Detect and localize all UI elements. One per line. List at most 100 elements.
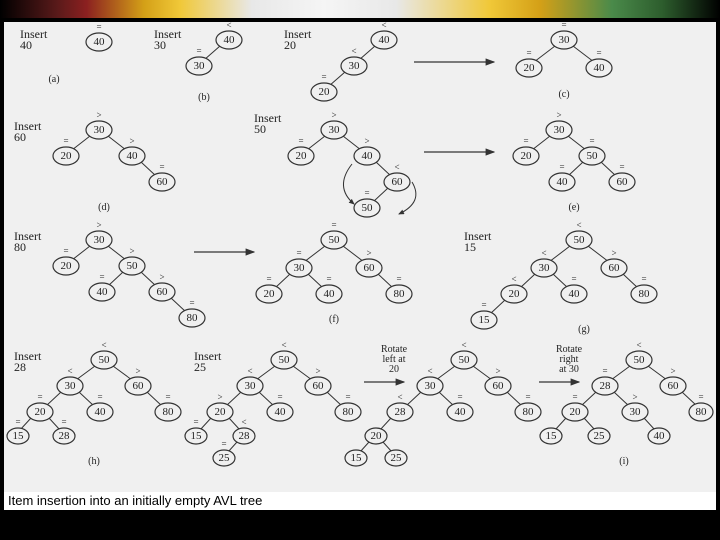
svg-text:15: 15 <box>351 452 363 464</box>
svg-text:30: 30 <box>349 60 361 72</box>
svg-text:40: 40 <box>569 288 581 300</box>
svg-text:=: = <box>97 392 102 402</box>
svg-text:40: 40 <box>94 36 106 48</box>
svg-text:<: < <box>351 46 356 56</box>
tree-e-before: 30> 20= 40> 60< 50= <box>288 110 416 217</box>
svg-text:30: 30 <box>539 262 551 274</box>
svg-text:20: 20 <box>319 86 331 98</box>
svg-text:30: 30 <box>194 60 206 72</box>
svg-text:=: = <box>364 188 369 198</box>
svg-text:<: < <box>427 366 432 376</box>
svg-text:=: = <box>619 162 624 172</box>
svg-text:<: < <box>636 340 641 350</box>
label-d: (d) <box>98 202 110 213</box>
svg-text:30: 30 <box>94 234 106 246</box>
svg-text:28: 28 <box>59 430 71 442</box>
svg-text:=: = <box>196 46 201 56</box>
svg-text:<: < <box>461 340 466 350</box>
svg-text:=: = <box>572 392 577 402</box>
svg-text:30: 30 <box>294 262 306 274</box>
svg-text:30: 30 <box>425 380 437 392</box>
svg-text:>: > <box>96 110 101 120</box>
svg-text:=: = <box>159 162 164 172</box>
svg-text:30: 30 <box>329 124 341 136</box>
svg-text:60: 60 <box>617 176 629 188</box>
svg-text:40: 40 <box>224 34 236 46</box>
svg-text:>: > <box>129 246 134 256</box>
svg-text:50: 50 <box>634 354 646 366</box>
svg-text:60: 60 <box>133 380 145 392</box>
svg-text:20: 20 <box>570 406 582 418</box>
svg-text:=: = <box>63 136 68 146</box>
svg-text:>: > <box>670 366 675 376</box>
svg-text:50: 50 <box>127 260 139 272</box>
avl-diagram: Insert40 40= (a) Insert30 40< 30= (b) In… <box>4 22 716 494</box>
svg-text:>: > <box>135 366 140 376</box>
svg-text:80: 80 <box>343 406 355 418</box>
svg-text:<: < <box>511 274 516 284</box>
svg-text:20: 20 <box>521 150 533 162</box>
svg-text:20: 20 <box>35 406 47 418</box>
svg-text:80: 80 <box>696 406 708 418</box>
svg-text:=: = <box>296 248 301 258</box>
label-c: (c) <box>558 89 569 100</box>
svg-text:40: 40 <box>95 406 107 418</box>
tree-f-before: 30> 20= 50> 40= 60> 80= <box>53 220 205 327</box>
label-e: (e) <box>568 202 579 213</box>
svg-text:>: > <box>331 110 336 120</box>
label-i: (i) <box>619 456 628 467</box>
svg-text:<: < <box>541 248 546 258</box>
svg-text:<: < <box>576 220 581 230</box>
svg-text:60: 60 <box>668 380 680 392</box>
svg-text:<: < <box>247 366 252 376</box>
svg-text:=: = <box>331 220 336 230</box>
svg-text:28: 28 <box>239 430 251 442</box>
svg-text:>: > <box>366 248 371 258</box>
op-rotate-left-20: Rotateleft at20 <box>381 344 408 375</box>
svg-text:<: < <box>226 22 231 30</box>
svg-text:>: > <box>159 272 164 282</box>
svg-text:=: = <box>559 162 564 172</box>
svg-text:=: = <box>481 300 486 310</box>
svg-text:=: = <box>396 274 401 284</box>
svg-text:>: > <box>611 248 616 258</box>
svg-text:40: 40 <box>324 288 336 300</box>
op-insert-50: Insert50 <box>254 111 282 136</box>
tree-i-s2: 50< 30< 60> 28< 40= 80= 20 15 25 <box>345 340 541 466</box>
svg-text:<: < <box>241 417 246 427</box>
tree-d: 30> 20= 40> 60= <box>53 110 175 191</box>
svg-text:=: = <box>589 136 594 146</box>
svg-text:60: 60 <box>392 176 404 188</box>
svg-text:15: 15 <box>546 430 558 442</box>
svg-text:>: > <box>315 366 320 376</box>
svg-text:60: 60 <box>493 380 505 392</box>
svg-text:=: = <box>165 392 170 402</box>
svg-text:=: = <box>189 298 194 308</box>
svg-text:20: 20 <box>524 62 536 74</box>
svg-text:50: 50 <box>362 202 374 214</box>
svg-text:>: > <box>495 366 500 376</box>
svg-text:30: 30 <box>94 124 106 136</box>
svg-text:60: 60 <box>157 176 169 188</box>
svg-text:40: 40 <box>127 150 139 162</box>
svg-text:60: 60 <box>313 380 325 392</box>
op-insert-30: Insert30 <box>154 27 182 52</box>
svg-text:=: = <box>193 417 198 427</box>
svg-text:>: > <box>632 392 637 402</box>
svg-text:=: = <box>321 72 326 82</box>
svg-text:=: = <box>698 392 703 402</box>
svg-text:=: = <box>277 392 282 402</box>
svg-text:=: = <box>525 392 530 402</box>
svg-text:=: = <box>596 48 601 58</box>
svg-text:50: 50 <box>459 354 471 366</box>
svg-text:30: 30 <box>554 124 566 136</box>
svg-text:=: = <box>571 274 576 284</box>
op-rotate-right-30: Rotaterightat 30 <box>556 344 583 375</box>
svg-text:>: > <box>96 220 101 230</box>
svg-text:15: 15 <box>479 314 491 326</box>
svg-text:<: < <box>67 366 72 376</box>
svg-text:25: 25 <box>219 452 231 464</box>
svg-text:50: 50 <box>574 234 586 246</box>
svg-text:=: = <box>523 136 528 146</box>
svg-text:=: = <box>99 272 104 282</box>
